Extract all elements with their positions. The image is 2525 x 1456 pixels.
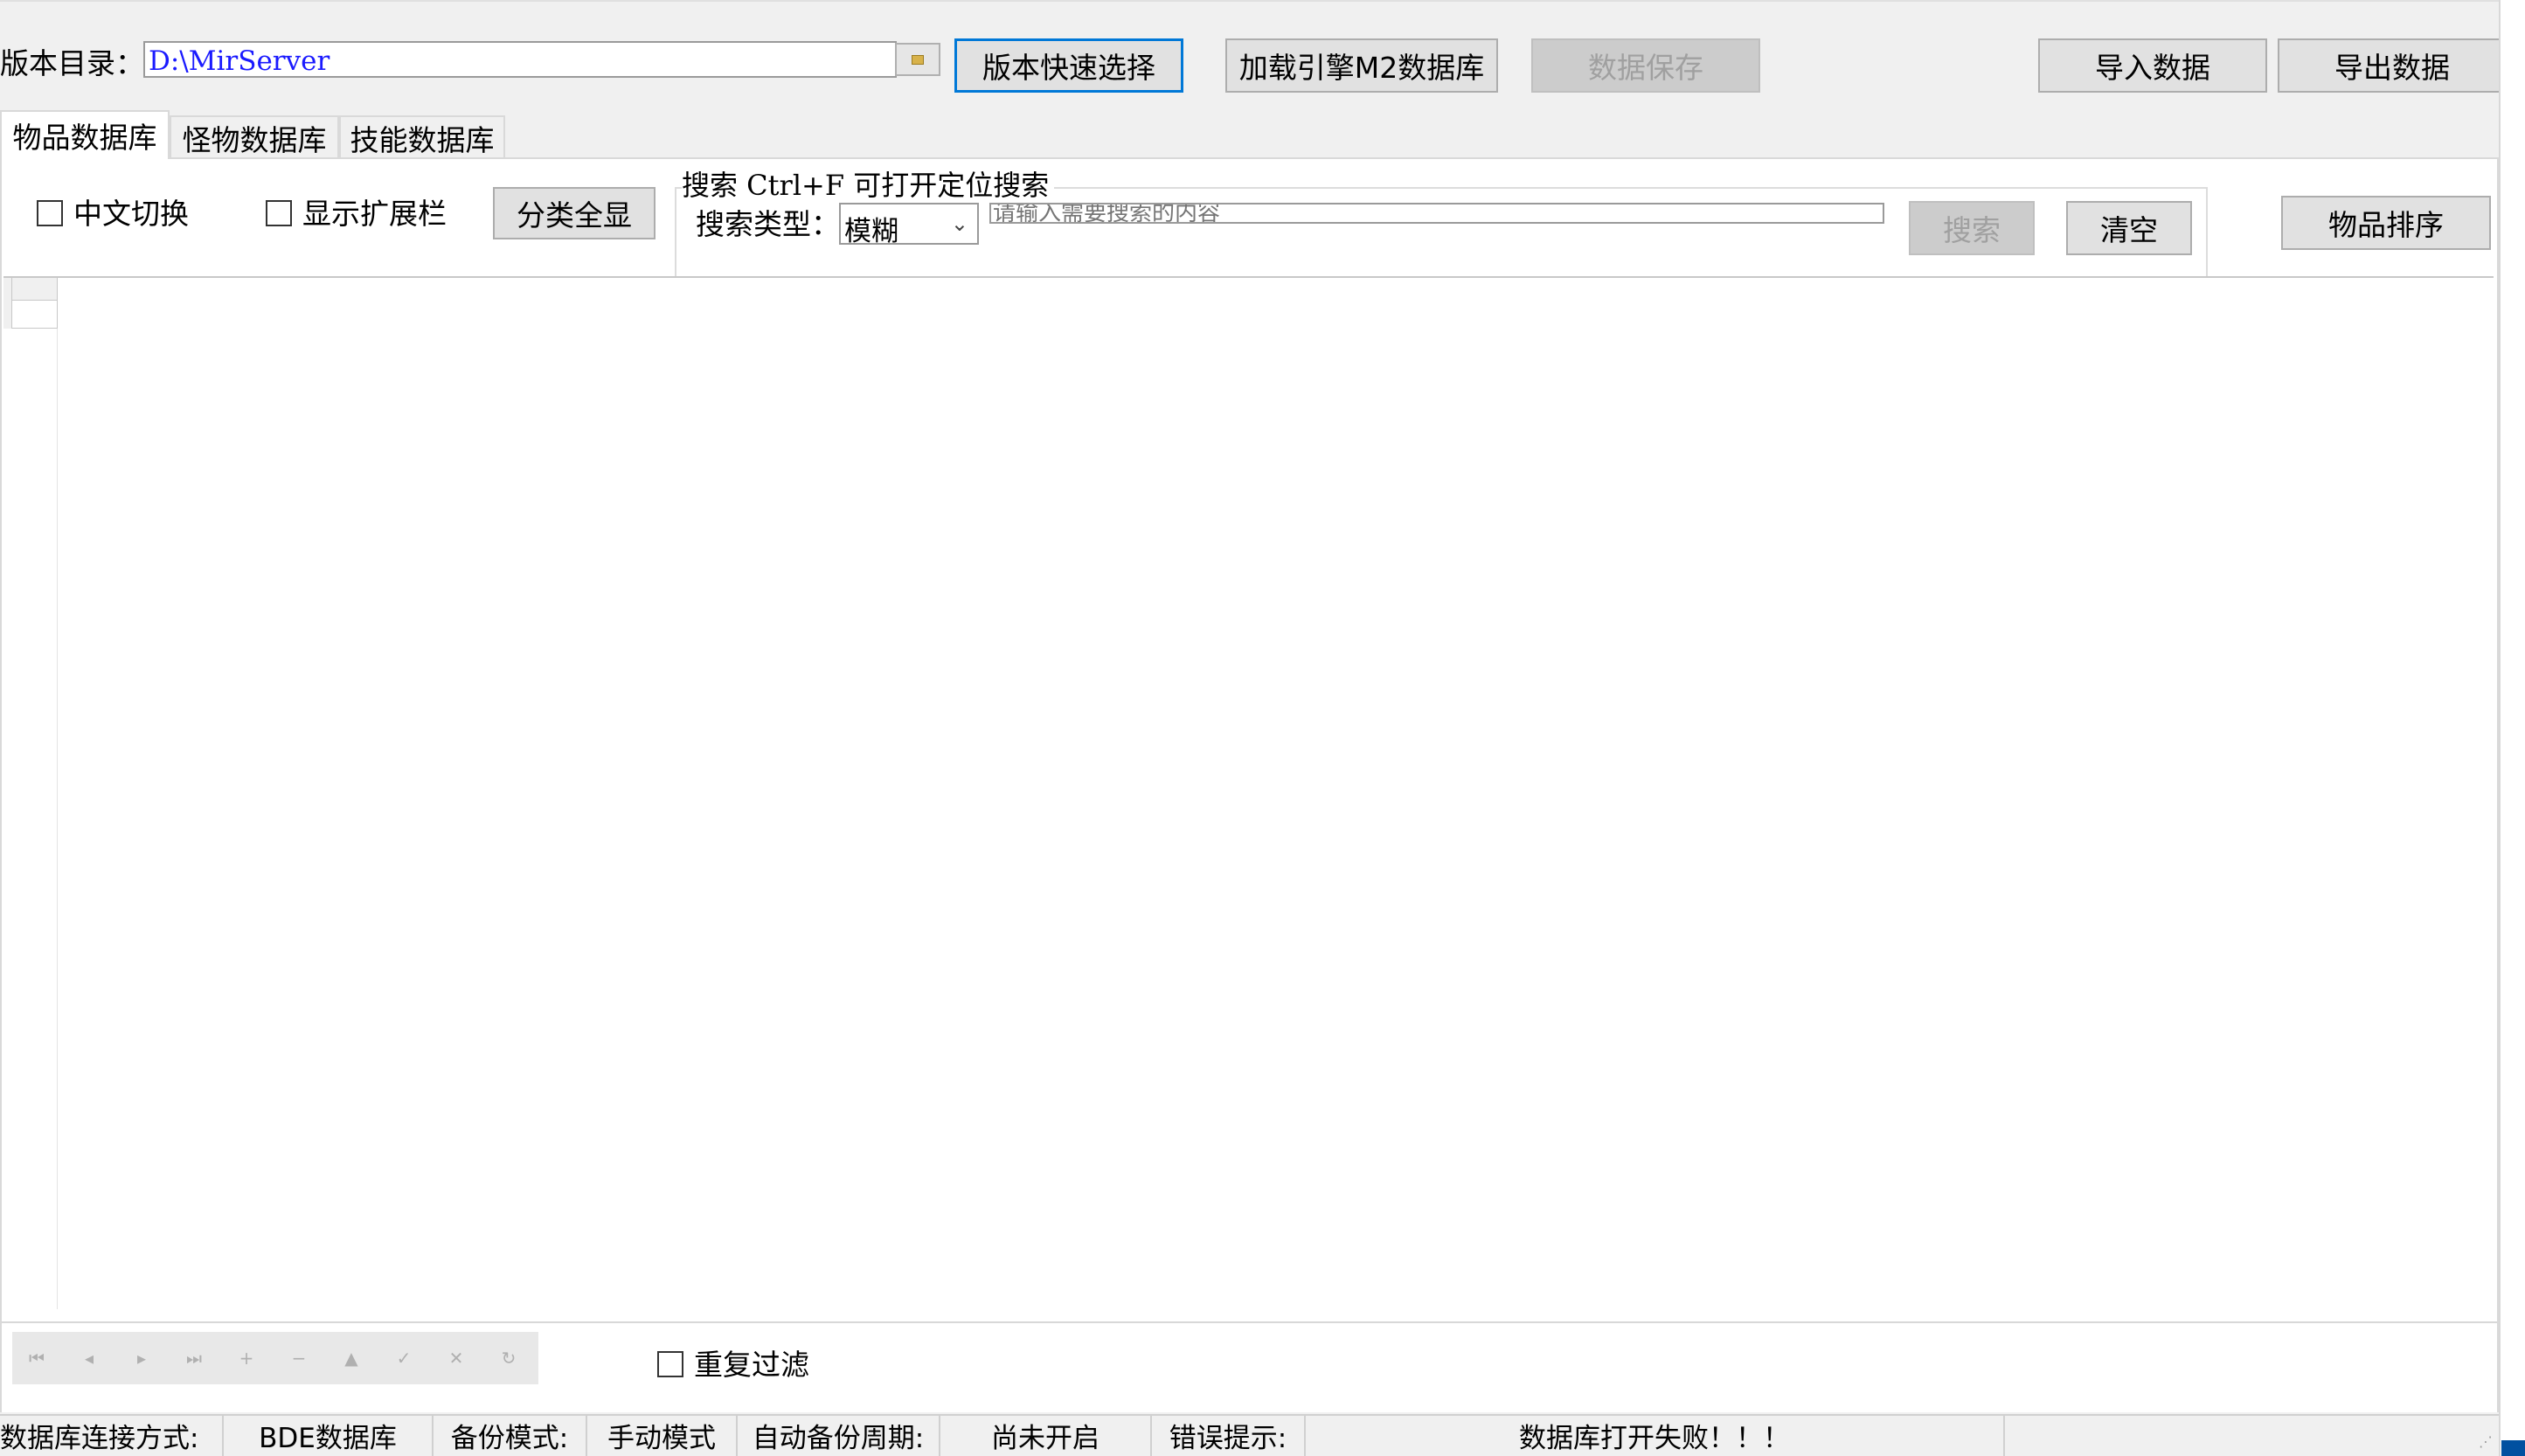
tab-monster-db[interactable]: 怪物数据库	[170, 115, 339, 159]
search-group-title: 搜索 Ctrl+F 可打开定位搜索	[682, 171, 1055, 199]
post-icon[interactable]: ✓	[386, 1335, 421, 1381]
dir-path-field[interactable]: D:\MirServer	[143, 41, 897, 78]
grid-row-indicator-column	[3, 278, 58, 1309]
import-data-button[interactable]: 导入数据	[2038, 38, 2267, 93]
search-type-label: 搜索类型：	[696, 207, 840, 241]
quick-select-button[interactable]: 版本快速选择	[954, 38, 1183, 93]
show-all-categories-button[interactable]: 分类全显	[493, 187, 656, 239]
search-input[interactable]	[989, 203, 1884, 224]
status-auto-label: 自动备份周期:	[738, 1414, 940, 1456]
grid-indicator-left-bar	[3, 278, 12, 329]
status-backup-label: 备份模式:	[434, 1414, 587, 1456]
delete-icon[interactable]: −	[281, 1335, 316, 1381]
size-grip-icon[interactable]: ⋰	[2479, 1433, 2496, 1451]
status-error-value: 数据库打开失败！！！	[1306, 1414, 2005, 1456]
show-extend-label: 显示扩展栏	[302, 197, 447, 231]
prior-icon[interactable]: ◂	[72, 1335, 107, 1381]
export-data-button[interactable]: 导出数据	[2278, 38, 2507, 93]
refresh-icon[interactable]: ↻	[491, 1335, 526, 1381]
dir-label: 版本目录：	[0, 46, 144, 80]
taskbar-corner	[2501, 1440, 2525, 1456]
folder-icon	[912, 54, 924, 65]
status-backup-value: 手动模式	[587, 1414, 738, 1456]
data-grid[interactable]	[3, 276, 2494, 1325]
status-error-label: 错误提示:	[1152, 1414, 1306, 1456]
window-right-border	[2499, 0, 2525, 1456]
search-group: 搜索 Ctrl+F 可打开定位搜索 搜索类型： 模糊 ⌄ 搜索 清空	[675, 171, 2208, 290]
browse-button[interactable]	[895, 43, 940, 76]
next-icon[interactable]: ▸	[124, 1335, 159, 1381]
status-auto-value: 尚未开启	[940, 1414, 1152, 1456]
duplicate-filter-label: 重复过滤	[694, 1348, 809, 1382]
tab-page: 中文切换 显示扩展栏 分类全显 搜索 Ctrl+F 可打开定位搜索 搜索类型： …	[0, 157, 2499, 1412]
chinese-switch-label: 中文切换	[73, 197, 189, 231]
clear-button[interactable]: 清空	[2066, 201, 2192, 255]
status-conn-label: 数据库连接方式:	[0, 1414, 224, 1456]
search-button[interactable]: 搜索	[1909, 201, 2035, 255]
search-type-select[interactable]: 模糊 ⌄	[839, 203, 979, 247]
status-conn-value: BDE数据库	[224, 1414, 434, 1456]
show-extend-checkbox[interactable]	[266, 200, 292, 226]
save-data-button[interactable]: 数据保存	[1531, 38, 1760, 93]
cancel-icon[interactable]: ✕	[439, 1335, 474, 1381]
insert-icon[interactable]: +	[229, 1335, 264, 1381]
app-window: { "toolbar": { "dir_label": "版本目录：", "di…	[0, 0, 2525, 1456]
tab-skill-db[interactable]: 技能数据库	[339, 115, 505, 159]
load-m2-button[interactable]: 加载引擎M2数据库	[1225, 38, 1498, 93]
last-icon[interactable]: ⏭	[177, 1335, 212, 1381]
dir-path-value: D:\MirServer	[149, 45, 330, 77]
chevron-down-icon: ⌄	[950, 211, 968, 236]
first-icon[interactable]: ⏮	[19, 1335, 54, 1381]
chinese-switch-checkbox[interactable]	[37, 200, 63, 226]
db-navigator: ⏮ ◂ ▸ ⏭ + − ▲ ✓ ✕ ↻	[12, 1332, 538, 1384]
duplicate-filter-checkbox[interactable]	[657, 1351, 683, 1377]
top-toolbar: 版本目录： D:\MirServer 版本快速选择 加载引擎M2数据库 数据保存…	[0, 0, 2525, 108]
tab-item-db[interactable]: 物品数据库	[0, 110, 170, 159]
sort-items-button[interactable]: 物品排序	[2281, 196, 2491, 250]
edit-icon[interactable]: ▲	[334, 1335, 369, 1381]
search-type-value: 模糊	[844, 216, 898, 247]
